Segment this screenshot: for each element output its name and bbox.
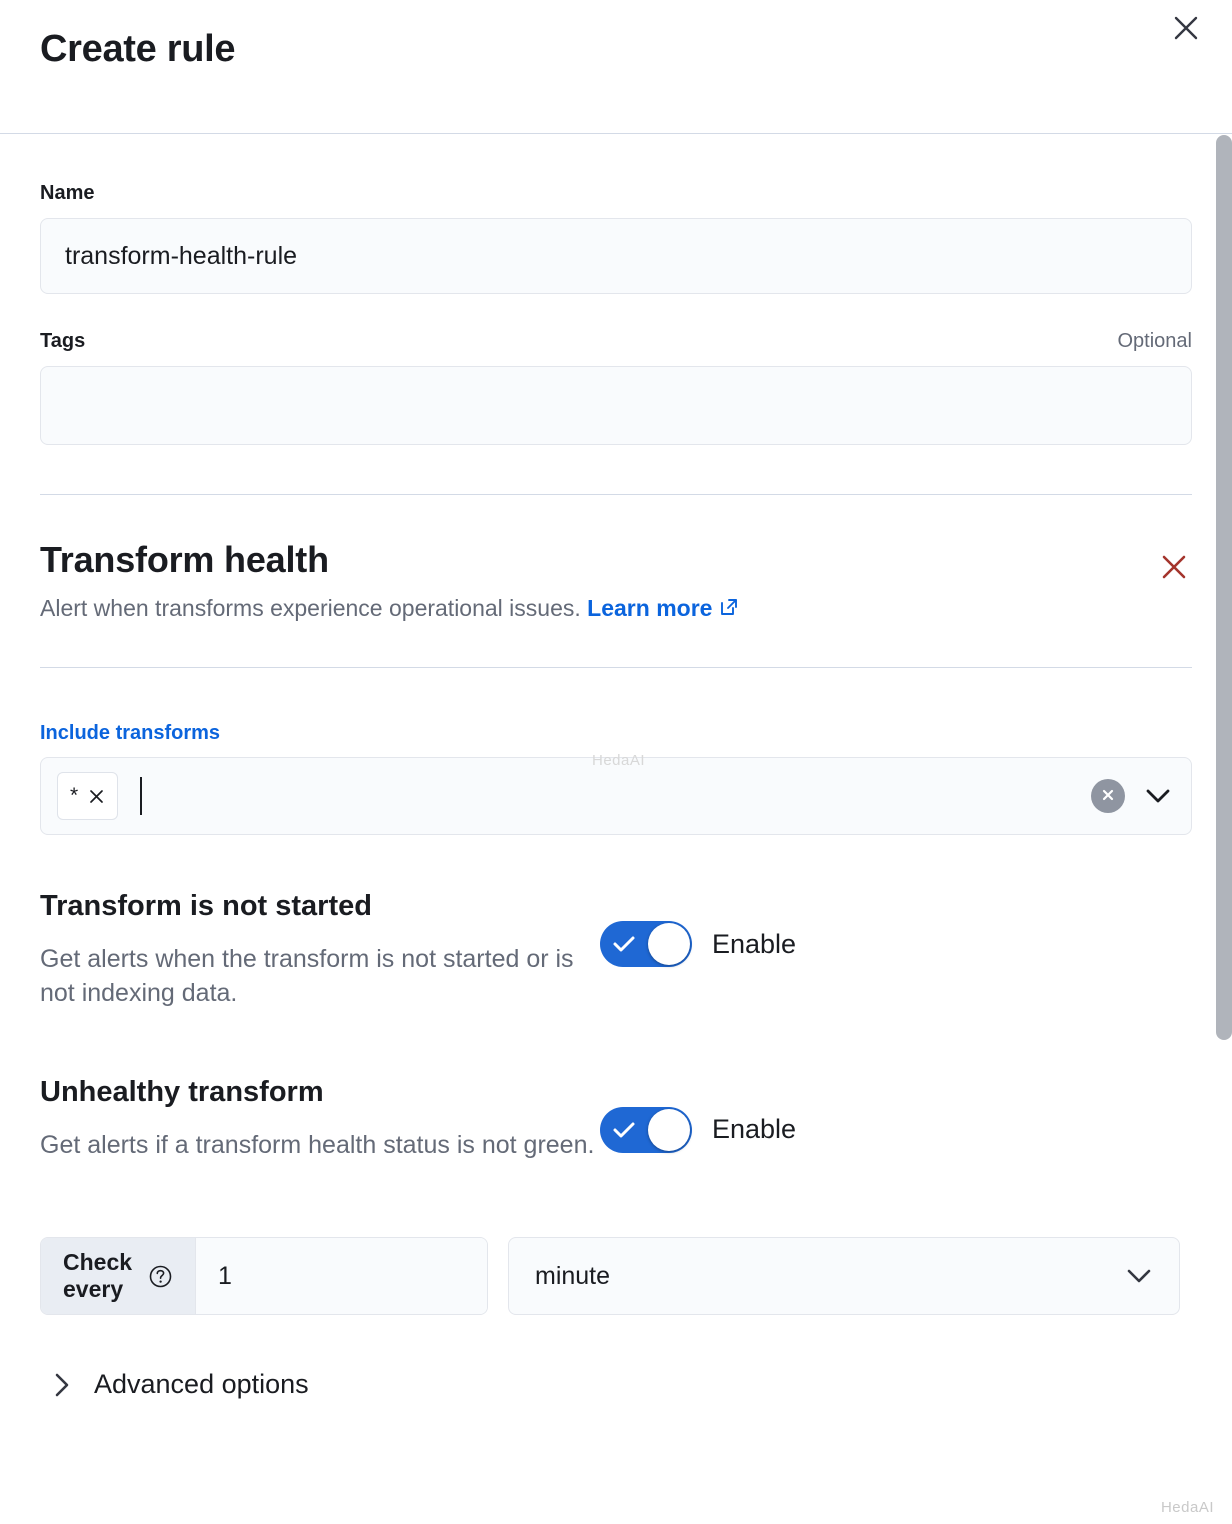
name-input[interactable] xyxy=(40,218,1192,294)
criteria-description: Get alerts when the transform is not sta… xyxy=(40,944,574,1008)
check-interval-unit-select[interactable]: minute xyxy=(508,1237,1180,1316)
advanced-options-label: Advanced options xyxy=(94,1369,309,1400)
criteria-description: Get alerts if a transform health status … xyxy=(40,1130,595,1159)
chevron-down-icon xyxy=(1123,1266,1155,1286)
section-description-text: Alert when transforms experience operati… xyxy=(40,595,581,622)
criteria-row: Unhealthy transform Get alerts if a tran… xyxy=(40,1011,1192,1162)
delete-section-button[interactable] xyxy=(1156,549,1192,585)
criteria-toggle-switch[interactable] xyxy=(600,1106,692,1153)
combobox-actions xyxy=(1091,758,1173,834)
check-every-label: Check every xyxy=(63,1249,133,1303)
criteria-row: Transform is not started Get alerts when… xyxy=(40,835,1192,1011)
check-every-label-prepend: Check every xyxy=(41,1238,197,1315)
check-icon xyxy=(612,1120,636,1140)
scrollbar-thumb[interactable] xyxy=(1216,135,1232,1040)
criteria-toggle-label: Enable xyxy=(712,1114,797,1145)
transform-health-section: Transform health Alert when transforms e… xyxy=(40,495,1192,625)
criteria-toggle-label: Enable xyxy=(712,928,797,959)
chevron-right-icon xyxy=(52,1371,72,1399)
external-link-icon xyxy=(718,596,740,625)
scrollbar-track[interactable] xyxy=(1216,135,1232,1524)
criteria-toggle-block: Enable xyxy=(600,1075,796,1153)
tags-input[interactable] xyxy=(40,366,1192,445)
section-description: Alert when transforms experience operati… xyxy=(40,594,740,625)
criteria-text-block: Transform is not started Get alerts when… xyxy=(40,889,600,1011)
check-interval-group: Check every xyxy=(40,1237,488,1316)
criteria-toggle-switch[interactable] xyxy=(600,921,692,968)
section-title: Transform health xyxy=(40,539,329,580)
tags-label: Tags xyxy=(40,330,86,352)
modal-header: Create rule xyxy=(0,0,1232,134)
close-icon xyxy=(1173,15,1199,41)
check-icon xyxy=(612,934,636,954)
criteria-text-block: Unhealthy transform Get alerts if a tran… xyxy=(40,1075,600,1162)
page-title: Create rule xyxy=(40,28,236,70)
learn-more-label: Learn more xyxy=(587,595,713,622)
include-transforms-label: Include transforms xyxy=(40,722,221,745)
check-interval-row: Check every minute xyxy=(40,1162,1192,1316)
include-transforms-group: Include transforms * xyxy=(40,668,1192,836)
close-icon xyxy=(1160,555,1188,584)
section-heading-block: Transform health Alert when transforms e… xyxy=(40,539,740,625)
tags-field-group: Tags Optional xyxy=(40,294,1192,445)
close-modal-button[interactable] xyxy=(1164,6,1208,50)
close-icon[interactable] xyxy=(88,788,105,805)
watermark-bottom: HedaAI xyxy=(1160,1499,1214,1516)
toggle-knob xyxy=(648,923,690,966)
modal-body: Name Tags Optional Transform health Aler… xyxy=(0,134,1232,1400)
transform-pill-label: * xyxy=(70,784,79,808)
toggle-knob xyxy=(648,1108,690,1151)
transform-pill[interactable]: * xyxy=(57,772,119,821)
text-caret xyxy=(140,777,143,816)
criteria-toggle-block: Enable xyxy=(600,889,797,968)
check-interval-unit-value: minute xyxy=(535,1261,611,1290)
tags-optional-label: Optional xyxy=(1117,330,1193,352)
name-field-group: Name xyxy=(40,134,1192,294)
question-circle-icon[interactable] xyxy=(148,1264,173,1289)
learn-more-link[interactable]: Learn more xyxy=(587,595,712,621)
clear-selection-button[interactable] xyxy=(1091,779,1125,814)
chevron-down-icon[interactable] xyxy=(1143,786,1173,806)
clear-circle-icon xyxy=(1100,787,1116,806)
criteria-title: Transform is not started xyxy=(40,890,372,923)
check-interval-value-input[interactable] xyxy=(196,1238,487,1315)
criteria-title: Unhealthy transform xyxy=(40,1075,324,1108)
include-transforms-combobox[interactable]: * xyxy=(40,757,1192,836)
name-label: Name xyxy=(40,182,95,204)
advanced-options-toggle[interactable]: Advanced options xyxy=(40,1369,1192,1400)
